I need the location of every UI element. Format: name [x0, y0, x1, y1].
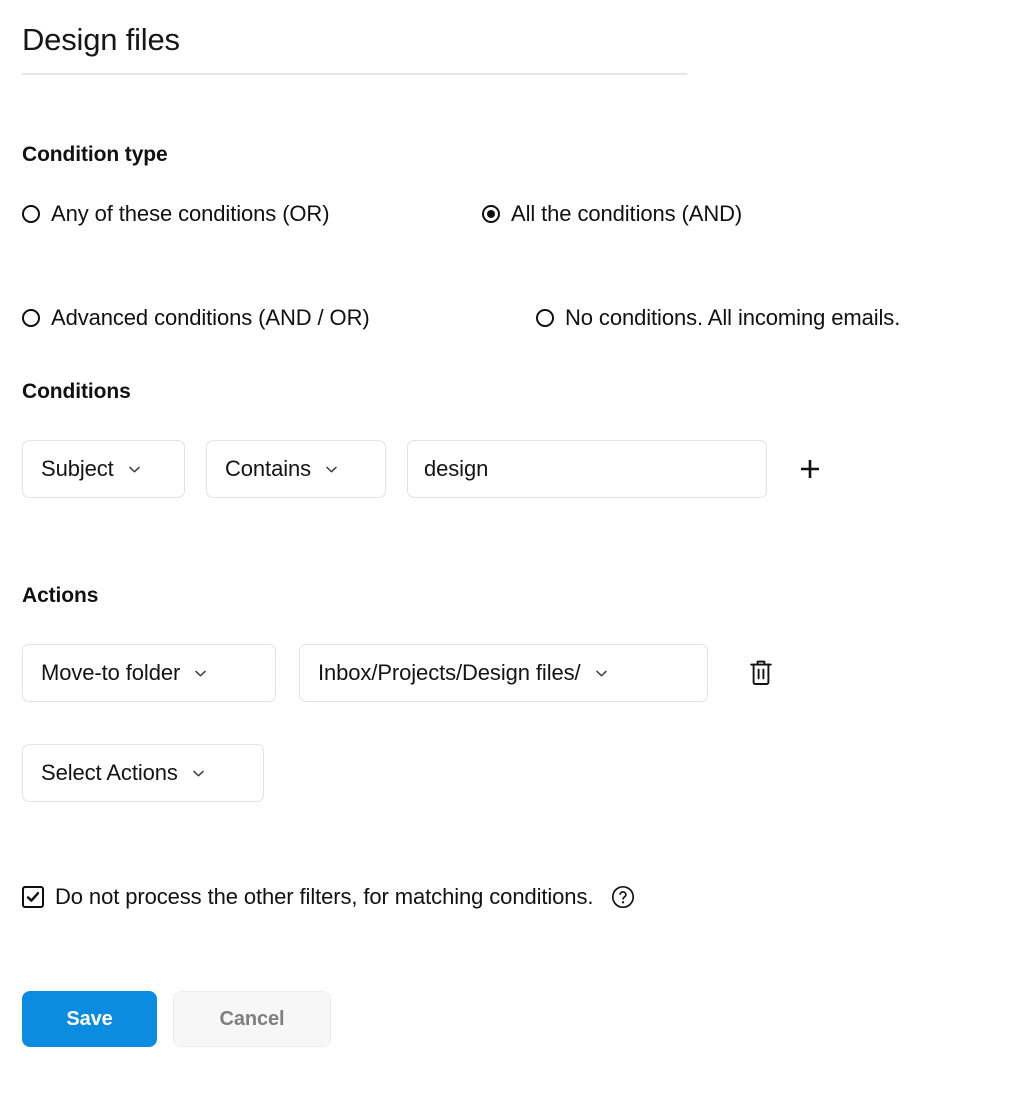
add-condition-button[interactable]: [793, 452, 827, 486]
filter-editor-page: Design files Condition type Any of these…: [0, 0, 1030, 1102]
footer-button-bar: Save Cancel: [22, 991, 331, 1047]
radio-all-the-conditions[interactable]: All the conditions (AND): [482, 203, 742, 225]
header-divider: [22, 73, 687, 75]
select-actions-dropdown[interactable]: Select Actions: [22, 744, 264, 802]
radio-advanced-conditions[interactable]: Advanced conditions (AND / OR): [22, 307, 370, 329]
plus-icon: [801, 460, 819, 478]
stop-processing-label: Do not process the other filters, for ma…: [55, 884, 594, 909]
trash-icon: [750, 660, 772, 685]
action-type-select[interactable]: Move-to folder: [22, 644, 276, 702]
chevron-down-icon: [595, 670, 607, 676]
page-header: Design files: [22, 20, 687, 75]
cancel-button[interactable]: Cancel: [173, 991, 331, 1047]
stop-processing-option-row: Do not process the other filters, for ma…: [22, 885, 635, 909]
delete-action-button[interactable]: [744, 656, 778, 690]
action-target-folder-select[interactable]: Inbox/Projects/Design files/: [299, 644, 708, 702]
condition-value-input[interactable]: design: [407, 440, 767, 498]
radio-indicator-none[interactable]: [536, 309, 554, 327]
radio-label-advanced: Advanced conditions (AND / OR): [51, 305, 370, 330]
conditions-heading: Conditions: [22, 380, 131, 403]
radio-indicator-advanced[interactable]: [22, 309, 40, 327]
condition-field-value: Subject: [41, 456, 114, 481]
chevron-down-icon: [193, 770, 204, 776]
condition-type-heading: Condition type: [22, 143, 168, 166]
condition-type-row-2: Advanced conditions (AND / OR) No condit…: [22, 255, 1012, 329]
page-title: Design files: [22, 22, 180, 57]
add-action-row: Select Actions: [22, 744, 264, 802]
radio-label-any: Any of these conditions (OR): [51, 201, 330, 226]
chevron-down-icon: [326, 466, 337, 472]
radio-no-conditions[interactable]: No conditions. All incoming emails.: [536, 307, 900, 329]
radio-indicator-any[interactable]: [22, 205, 40, 223]
action-row: Move-to folder Inbox/Projects/Design fil…: [22, 644, 778, 702]
condition-operator-value: Contains: [225, 456, 312, 481]
chevron-down-icon: [128, 466, 140, 472]
action-target-folder-value: Inbox/Projects/Design files/: [318, 660, 581, 685]
condition-type-radio-group: Any of these conditions (OR) All the con…: [22, 203, 1012, 329]
help-circle-icon[interactable]: [611, 885, 635, 909]
save-button[interactable]: Save: [22, 991, 157, 1047]
radio-label-all: All the conditions (AND): [511, 201, 743, 226]
chevron-down-icon: [195, 670, 206, 676]
condition-type-row-1: Any of these conditions (OR) All the con…: [22, 203, 1012, 255]
check-icon: [26, 892, 40, 902]
radio-indicator-all[interactable]: [482, 205, 500, 223]
actions-heading: Actions: [22, 584, 99, 607]
radio-label-none: No conditions. All incoming emails.: [565, 305, 901, 330]
action-type-value: Move-to folder: [41, 660, 181, 685]
condition-operator-select[interactable]: Contains: [206, 440, 386, 498]
condition-field-select[interactable]: Subject: [22, 440, 185, 498]
condition-row: Subject Contains design: [22, 440, 827, 498]
select-actions-value: Select Actions: [41, 760, 178, 785]
radio-any-of-these-conditions[interactable]: Any of these conditions (OR): [22, 201, 330, 226]
stop-processing-checkbox[interactable]: [22, 886, 44, 908]
condition-value-text: design: [424, 456, 489, 481]
